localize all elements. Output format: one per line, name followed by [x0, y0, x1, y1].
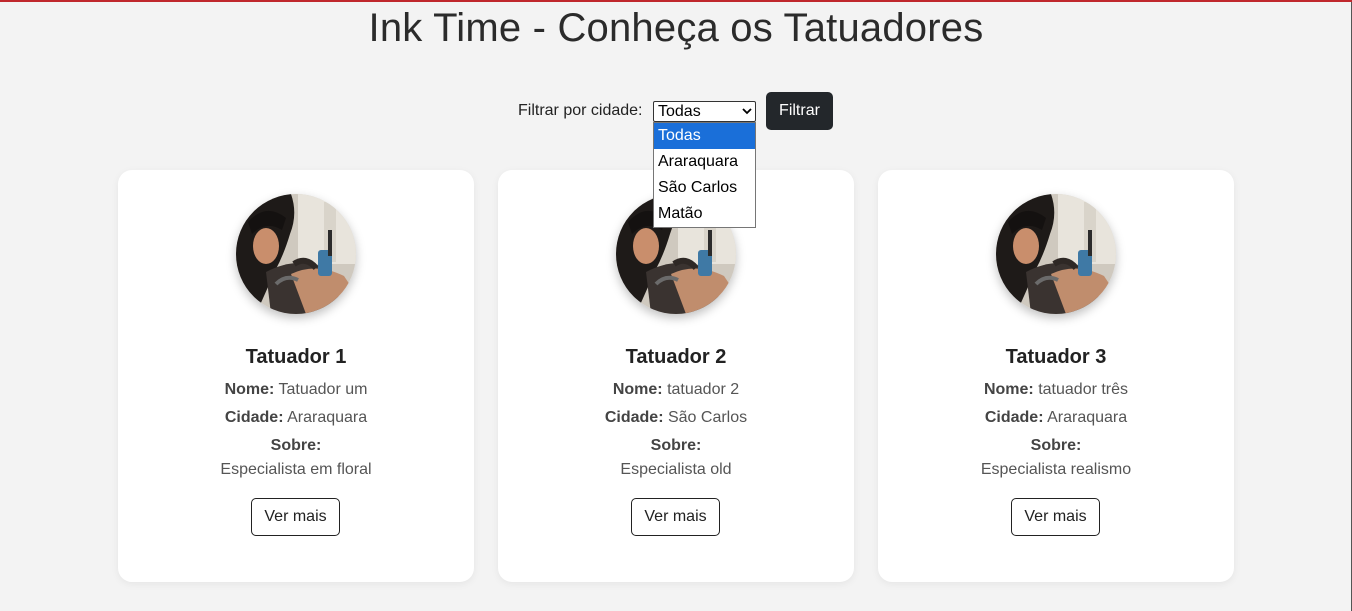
- city-value: Araraquara: [1047, 409, 1128, 426]
- card-name-row: Nome: Tatuador um: [118, 381, 474, 399]
- card-city-row: Cidade: Araraquara: [118, 409, 474, 427]
- card-title: Tatuador 2: [625, 346, 727, 368]
- card-city-row: Cidade: Araraquara: [878, 409, 1234, 427]
- chevron-down-icon: [742, 108, 752, 115]
- name-label: Nome:: [224, 381, 275, 398]
- city-option-sao-carlos[interactable]: São Carlos: [654, 175, 755, 201]
- card-about-label-row: Sobre:: [878, 437, 1234, 455]
- city-label: Cidade:: [604, 409, 664, 426]
- filter-button[interactable]: Filtrar: [766, 92, 833, 130]
- city-select-value: Todas: [658, 103, 701, 120]
- about-label: Sobre:: [270, 437, 322, 454]
- see-more-button[interactable]: Ver mais: [631, 498, 720, 536]
- tattoo-artist-photo: [236, 194, 356, 314]
- name-label: Nome:: [983, 381, 1034, 398]
- card-title: Tatuador 1: [245, 346, 347, 368]
- name-value: tatuador 2: [667, 381, 740, 398]
- tattoo-artist-card: Tatuador 1 Nome: Tatuador um Cidade: Ara…: [118, 170, 474, 582]
- city-value: Araraquara: [287, 409, 368, 426]
- name-value: Tatuador um: [278, 381, 368, 398]
- about-value: Especialista old: [620, 461, 732, 478]
- name-value: tatuador três: [1038, 381, 1129, 398]
- about-value: Especialista em floral: [220, 461, 372, 478]
- city-select[interactable]: Todas: [653, 101, 756, 122]
- card-name-row: Nome: tatuador três: [878, 381, 1234, 399]
- about-value: Especialista realismo: [980, 461, 1132, 478]
- tattoo-artist-card: Tatuador 3 Nome: tatuador três Cidade: A…: [878, 170, 1234, 582]
- about-label: Sobre:: [650, 437, 702, 454]
- card-name-row: Nome: tatuador 2: [498, 381, 854, 399]
- city-value: São Carlos: [667, 409, 748, 426]
- tattoo-artist-photo: [996, 194, 1116, 314]
- city-option-matao[interactable]: Matão: [654, 201, 755, 227]
- about-label: Sobre:: [1030, 437, 1082, 454]
- city-option-todas[interactable]: Todas: [654, 123, 755, 149]
- city-label: Cidade:: [984, 409, 1044, 426]
- name-label: Nome:: [612, 381, 663, 398]
- page-title: Ink Time - Conheça os Tatuadores: [368, 6, 984, 50]
- tattoo-artist-card: Tatuador 2 Nome: tatuador 2 Cidade: São …: [498, 170, 854, 582]
- card-city-row: Cidade: São Carlos: [498, 409, 854, 427]
- city-filter-label: Filtrar por cidade:: [518, 102, 643, 119]
- city-dropdown-list: Todas Araraquara São Carlos Matão: [653, 122, 756, 228]
- card-about-label-row: Sobre:: [498, 437, 854, 455]
- card-about-label-row: Sobre:: [118, 437, 474, 455]
- see-more-button[interactable]: Ver mais: [1011, 498, 1100, 536]
- see-more-button[interactable]: Ver mais: [251, 498, 340, 536]
- city-option-araraquara[interactable]: Araraquara: [654, 149, 755, 175]
- city-label: Cidade:: [224, 409, 284, 426]
- card-title: Tatuador 3: [1005, 346, 1107, 368]
